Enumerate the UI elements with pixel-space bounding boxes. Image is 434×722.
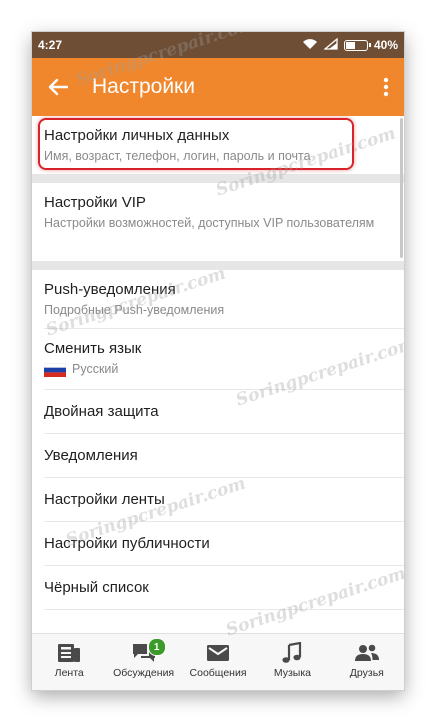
discussions-badge: 1 <box>147 638 166 656</box>
battery-percent: 40% <box>373 38 398 52</box>
list-divider <box>44 609 404 610</box>
settings-item-title: Настройки публичности <box>44 534 210 552</box>
settings-item-title: Настройки VIP <box>44 194 146 211</box>
nav-label: Музыка <box>273 667 311 679</box>
settings-item-title: Уведомления <box>44 446 138 464</box>
settings-item-subtitle: Настройки возможностей, доступных VIP по… <box>44 216 375 230</box>
nav-tab-feed[interactable]: Лента <box>32 634 106 690</box>
back-button[interactable] <box>32 58 84 116</box>
settings-item-publicity[interactable]: Настройки публичности <box>32 522 404 565</box>
nav-label: Обсуждения <box>113 667 175 679</box>
settings-item-title: Настройки личных данных <box>44 127 230 144</box>
settings-item-title: Настройки ленты <box>44 490 165 508</box>
friends-icon <box>354 644 379 661</box>
settings-item-subtitle: Русский <box>72 362 119 376</box>
scrollbar[interactable] <box>400 118 403 258</box>
settings-item-title: Сменить язык <box>44 340 142 357</box>
settings-item-language[interactable]: Сменить язык Русский <box>32 329 404 389</box>
settings-item-blacklist[interactable]: Чёрный список <box>32 566 404 609</box>
settings-item-title: Двойная защита <box>44 402 159 420</box>
more-options-button[interactable] <box>368 58 404 116</box>
toolbar: Настройки <box>32 58 404 116</box>
music-note-icon <box>282 642 302 663</box>
nav-tab-music[interactable]: Музыка <box>255 634 329 690</box>
settings-item-push[interactable]: Push-уведомления Подробные Push-уведомле… <box>32 270 404 328</box>
status-time: 4:27 <box>38 38 63 52</box>
page-title: Настройки <box>92 75 195 98</box>
wifi-icon <box>302 38 318 53</box>
settings-item-notifications[interactable]: Уведомления <box>32 434 404 477</box>
nav-tab-messages[interactable]: Сообщения <box>181 634 255 690</box>
nav-label: Сообщения <box>189 667 247 679</box>
settings-item-two-factor[interactable]: Двойная защита <box>32 390 404 433</box>
russia-flag-icon <box>44 362 66 377</box>
phone-screen: 4:27 40% Настройки Настройки личных данн… <box>32 32 404 690</box>
battery-icon <box>343 39 371 51</box>
section-divider <box>32 174 404 183</box>
bottom-navigation: Лента 1 Обсуждения Сообщения Музыка Друз… <box>32 633 404 690</box>
settings-item-vip[interactable]: Настройки VIP Настройки возможностей, до… <box>32 183 404 261</box>
settings-list: Настройки личных данных Имя, возраст, те… <box>32 116 404 634</box>
envelope-icon <box>207 645 230 661</box>
section-divider <box>32 261 404 270</box>
nav-tab-friends[interactable]: Друзья <box>330 634 404 690</box>
settings-item-title: Push-уведомления <box>44 281 176 298</box>
settings-item-title: Чёрный список <box>44 578 149 596</box>
settings-item-feed[interactable]: Настройки ленты <box>32 478 404 521</box>
nav-label: Друзья <box>349 667 384 679</box>
more-vert-icon <box>383 77 389 97</box>
settings-item-subtitle: Имя, возраст, телефон, логин, пароль и п… <box>44 149 311 163</box>
nav-label: Лента <box>54 667 84 679</box>
signal-icon <box>323 37 338 53</box>
arrow-left-icon <box>48 78 68 96</box>
settings-item-subtitle: Подробные Push-уведомления <box>44 303 225 317</box>
feed-icon <box>58 644 81 662</box>
settings-item-personal-data[interactable]: Настройки личных данных Имя, возраст, те… <box>32 116 404 174</box>
status-bar: 4:27 40% <box>32 32 404 58</box>
nav-tab-discussions[interactable]: 1 Обсуждения <box>106 634 180 690</box>
